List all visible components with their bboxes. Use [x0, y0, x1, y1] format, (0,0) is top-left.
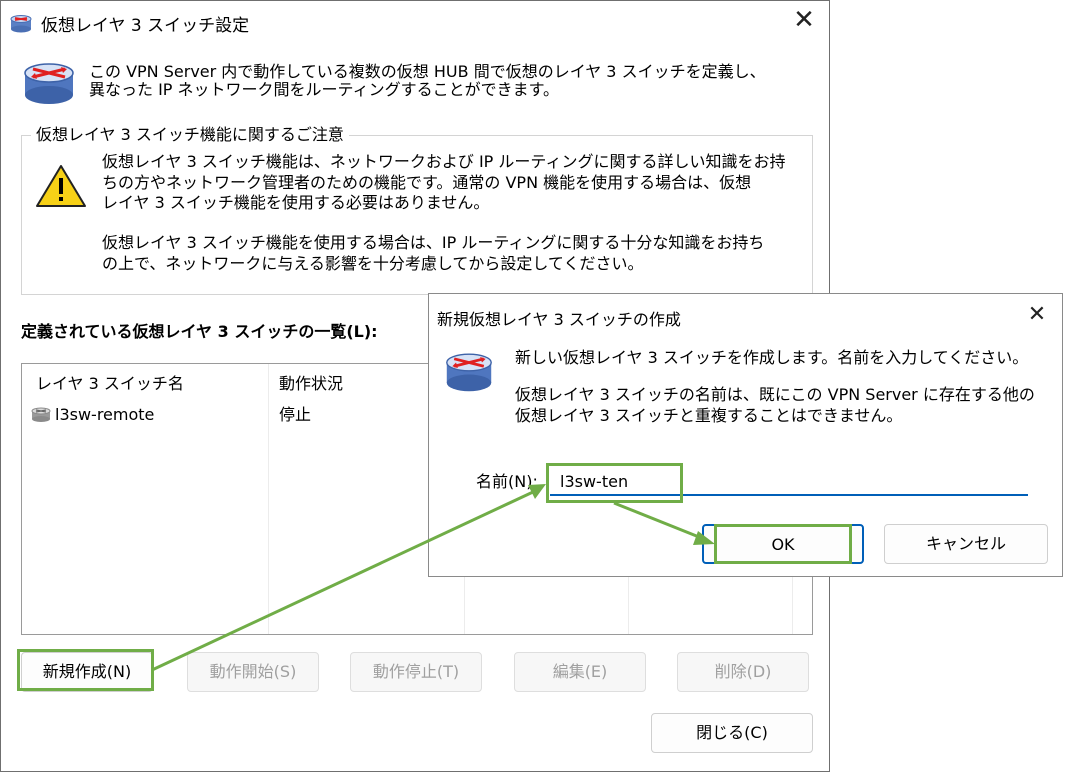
annotation-arrows — [151, 484, 715, 672]
